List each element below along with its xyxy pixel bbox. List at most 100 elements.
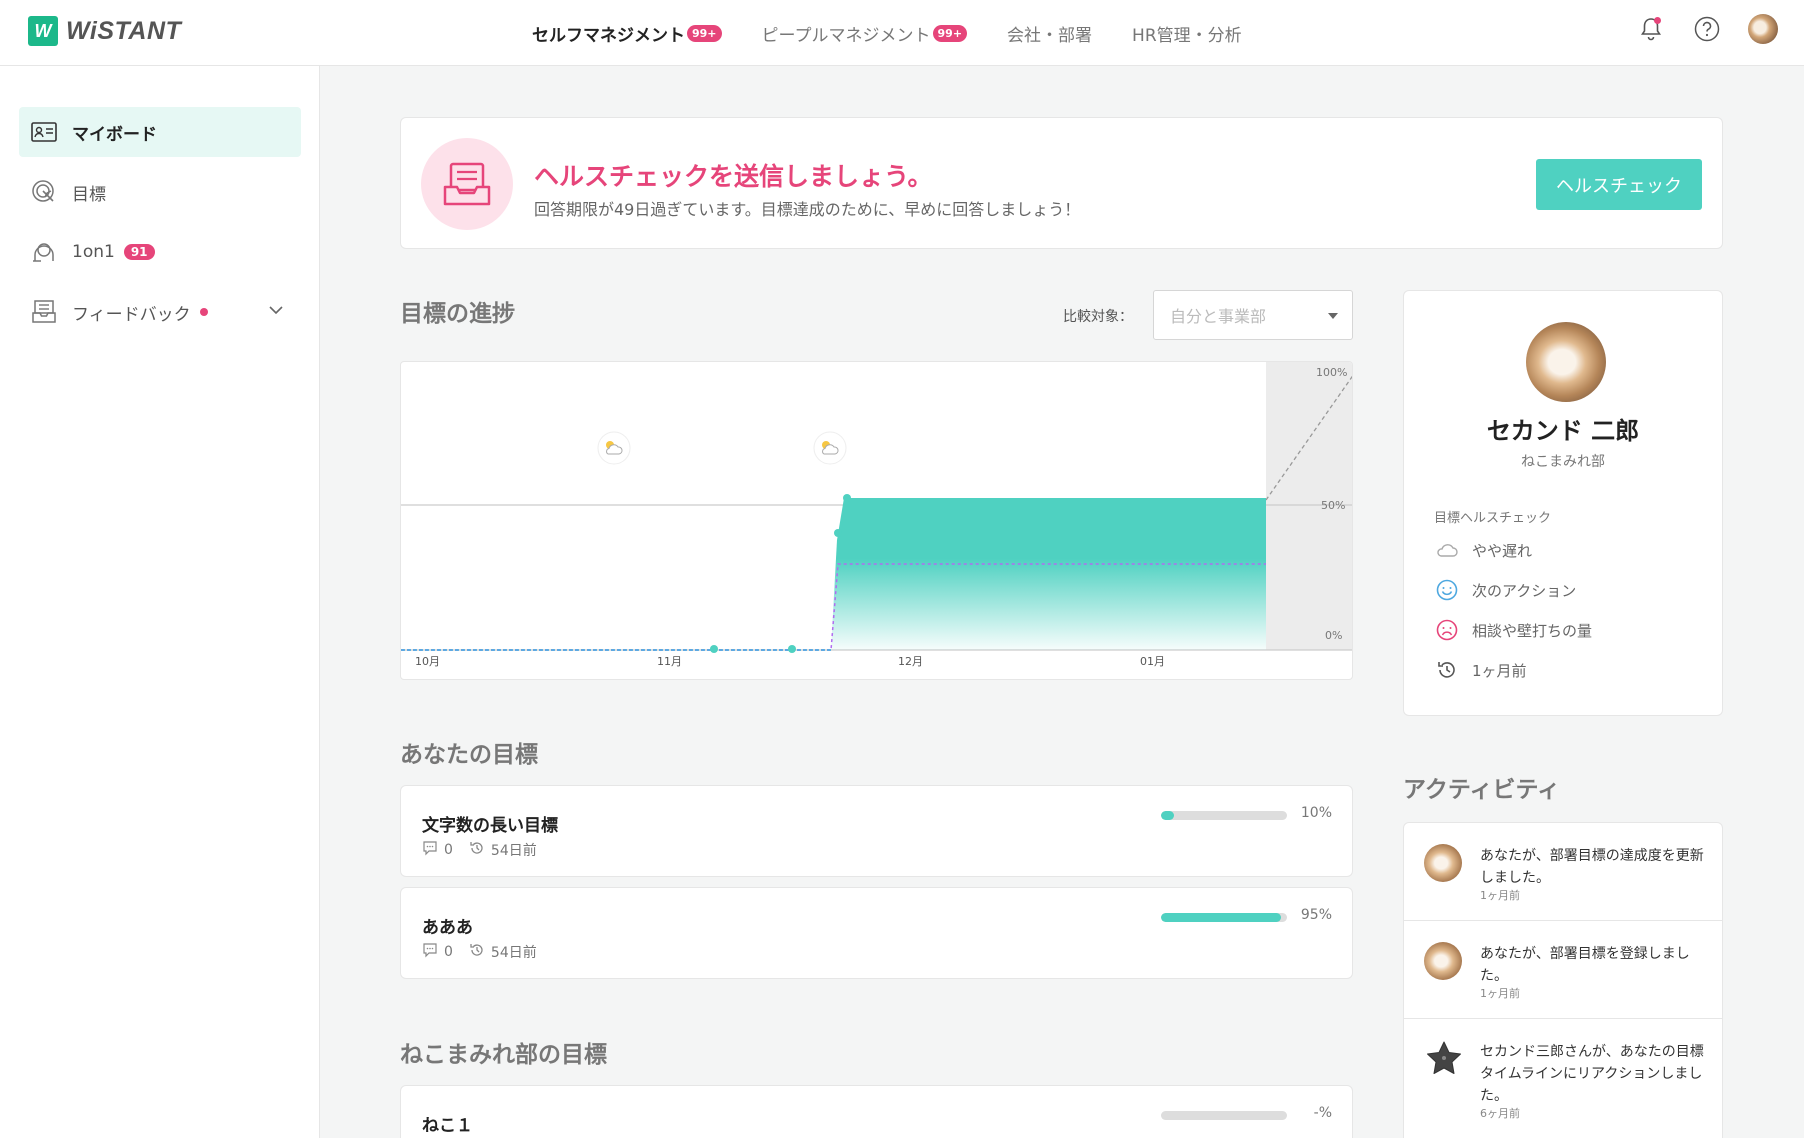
history-icon <box>469 840 485 860</box>
progress-percent: -% <box>1313 1105 1332 1121</box>
dept-goals-title: ねこまみれ部の目標 <box>400 1042 607 1068</box>
goal-title: 文字数の長い目標 <box>422 816 558 836</box>
sidebar-item-myboard[interactable]: マイボード <box>19 107 301 157</box>
logo-mark: W <box>28 16 58 46</box>
activity-avatar <box>1424 942 1462 980</box>
progress-fill <box>1161 913 1281 922</box>
profile-name: セカンド 二郎 <box>1486 417 1640 445</box>
updated-time: 54日前 <box>490 945 537 961</box>
weather-icon[interactable] <box>813 431 847 465</box>
activity-text: あなたが、部署目標を登録しました。 1ヶ月前 <box>1480 943 1705 1000</box>
sidebar-item-label: 1on1 <box>72 242 115 262</box>
compare-label: 比較対象： <box>1063 309 1133 325</box>
smile-icon <box>1434 577 1460 603</box>
y-tick-label: 100% <box>1316 366 1347 379</box>
inbox-tray-icon <box>421 138 513 230</box>
progress-bar <box>1161 811 1287 820</box>
activity-message: あなたが、部署目標を登録しました。 <box>1480 946 1690 984</box>
activity-title: アクティビティ <box>1403 777 1561 803</box>
star-icon <box>1424 1039 1464 1083</box>
chevron-down-icon[interactable] <box>267 301 285 324</box>
comment-icon <box>422 942 438 962</box>
compare-select[interactable]: 自分と事業部 <box>1153 290 1353 340</box>
user-avatar[interactable] <box>1748 14 1778 44</box>
progress-area <box>831 498 1266 650</box>
nav-hr[interactable]: HR管理・分析 <box>1132 21 1242 46</box>
comment-count: 0 <box>444 842 453 858</box>
id-card-icon <box>29 117 59 147</box>
profile-card: セカンド 二郎 ねこまみれ部 目標ヘルスチェック やや遅れ 次のアクション 相談… <box>1403 290 1723 716</box>
sidebar-item-feedback[interactable]: フィードバック <box>19 287 301 337</box>
compare-placeholder: 自分と事業部 <box>1170 307 1267 326</box>
progress-bar <box>1161 913 1287 922</box>
banner-title: ヘルスチェックを送信しましょう。 <box>534 162 933 191</box>
health-check-button[interactable]: ヘルスチェック <box>1536 159 1702 210</box>
frown-icon <box>1434 617 1460 643</box>
health-row-consult: 相談や壁打ちの量 <box>1434 617 1592 643</box>
help-icon[interactable] <box>1692 14 1722 44</box>
health-row-label: やや遅れ <box>1472 541 1533 560</box>
activity-avatar <box>1424 844 1462 882</box>
top-header: W WiSTANT セルフマネジメント 99+ ピープルマネジメント 99+ 会… <box>0 0 1804 66</box>
activity-time: 1ヶ月前 <box>1480 987 1520 1000</box>
activity-item[interactable]: あなたが、部署目標の達成度を更新しました。 1ヶ月前 <box>1404 823 1722 921</box>
profile-avatar[interactable] <box>1526 322 1606 402</box>
chart-point <box>834 529 842 537</box>
activity-time: 1ヶ月前 <box>1480 889 1520 902</box>
logo[interactable]: W WiSTANT <box>28 16 181 46</box>
caret-down-icon <box>1328 313 1338 319</box>
goal-card[interactable]: 文字数の長い目標 0 54日前 10% <box>400 785 1353 877</box>
activity-item[interactable]: セカンド三郎さんが、あなたの目標タイムラインにリアクションしました。 6ヶ月前 <box>1404 1019 1722 1120</box>
progress-percent: 95% <box>1300 907 1332 923</box>
comment-icon <box>422 840 438 860</box>
inbox-icon <box>29 297 59 327</box>
goal-meta: 0 54日前 <box>422 840 537 860</box>
sidebar-item-1on1[interactable]: 1on1 91 <box>19 227 301 277</box>
sidebar-badge: 91 <box>123 244 155 260</box>
sidebar: マイボード 目標 1on1 91 フィードバック <box>0 66 320 1138</box>
health-row-progress: やや遅れ <box>1434 537 1532 563</box>
activity-item[interactable]: あなたが、部署目標を登録しました。 1ヶ月前 <box>1404 921 1722 1019</box>
target-icon <box>29 177 59 207</box>
nav-people-management[interactable]: ピープルマネジメント 99+ <box>762 21 968 46</box>
your-goals-title: あなたの目標 <box>400 742 538 768</box>
sidebar-item-goals[interactable]: 目標 <box>19 167 301 217</box>
goal-card[interactable]: ねこ１ -% <box>400 1085 1353 1138</box>
nav-self-management[interactable]: セルフマネジメント 99+ <box>532 21 722 46</box>
chart-point <box>710 645 718 653</box>
x-tick-label: 12月 <box>898 655 923 668</box>
sidebar-item-label: 目標 <box>72 184 106 205</box>
bell-icon[interactable] <box>1636 14 1666 44</box>
activity-card: あなたが、部署目標の達成度を更新しました。 1ヶ月前 あなたが、部署目標を登録し… <box>1403 822 1723 1138</box>
profile-dept: ねこまみれ部 <box>1521 454 1605 470</box>
unread-dot <box>199 308 208 316</box>
activity-message: あなたが、部署目標の達成度を更新しました。 <box>1480 848 1704 886</box>
progress-title: 目標の進捗 <box>400 301 515 327</box>
nav-label: 会社・部署 <box>1007 25 1093 46</box>
chart-point <box>843 494 851 502</box>
sidebar-item-label: フィードバック <box>72 304 191 325</box>
header-icons <box>1636 14 1778 44</box>
nav-label: HR管理・分析 <box>1132 25 1242 46</box>
activity-text: セカンド三郎さんが、あなたの目標タイムラインにリアクションしました。 6ヶ月前 <box>1480 1041 1705 1120</box>
chart-point <box>788 645 796 653</box>
health-row-time: 1ヶ月前 <box>1434 657 1527 683</box>
x-tick-label: 10月 <box>415 655 440 668</box>
history-icon <box>1434 657 1460 683</box>
goal-title: あああ <box>422 918 473 938</box>
chart-svg: 100% 50% 0% 10月 11月 12月 01月 <box>401 362 1352 668</box>
weather-icon[interactable] <box>597 431 631 465</box>
progress-bar <box>1161 1111 1287 1120</box>
progress-fill <box>1161 811 1174 820</box>
activity-text: あなたが、部署目標の達成度を更新しました。 1ヶ月前 <box>1480 845 1705 902</box>
nav-company[interactable]: 会社・部署 <box>1007 21 1092 46</box>
x-tick-label: 11月 <box>657 655 682 668</box>
activity-time: 6ヶ月前 <box>1480 1107 1520 1120</box>
y-tick-label: 50% <box>1321 499 1345 512</box>
health-row-label: 次のアクション <box>1472 581 1577 600</box>
notification-dot <box>1654 17 1661 24</box>
goal-card[interactable]: あああ 0 54日前 95% <box>400 887 1353 979</box>
banner-subtitle: 回答期限が49日過ぎています。目標達成のために、早めに回答しましょう！ <box>534 200 1081 219</box>
activity-message: セカンド三郎さんが、あなたの目標タイムラインにリアクションしました。 <box>1480 1044 1704 1104</box>
health-check-banner: ヘルスチェックを送信しましょう。 回答期限が49日過ぎています。目標達成のために… <box>400 117 1723 249</box>
